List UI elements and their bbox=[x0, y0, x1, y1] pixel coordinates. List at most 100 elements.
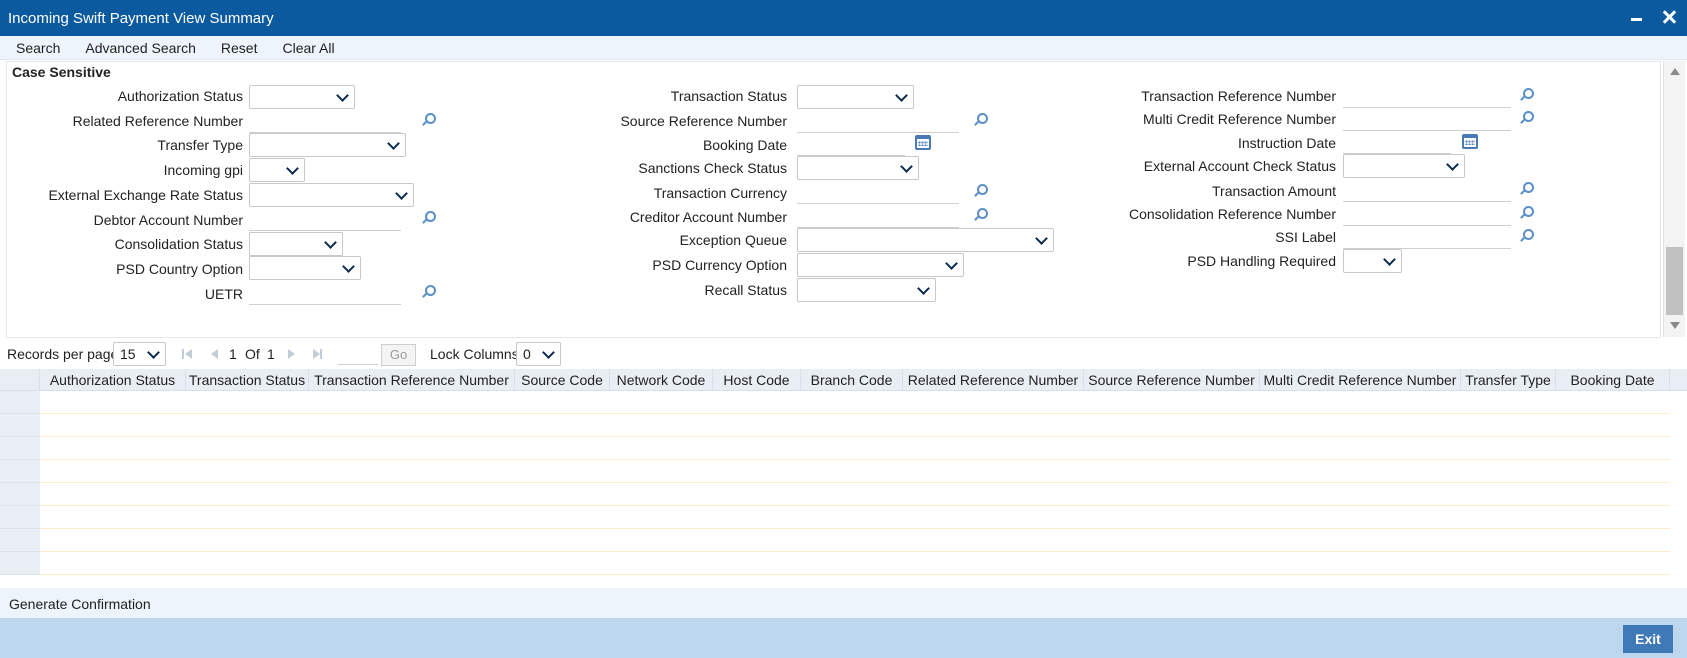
table-row[interactable] bbox=[0, 414, 1670, 437]
table-row[interactable] bbox=[0, 552, 1670, 575]
table-row[interactable] bbox=[0, 460, 1670, 483]
next-page-icon[interactable] bbox=[288, 349, 295, 359]
psd-handling-required-label: PSD Handling Required bbox=[1187, 253, 1336, 269]
transaction-currency-input[interactable] bbox=[797, 180, 959, 204]
first-page-icon-bar[interactable] bbox=[182, 349, 184, 359]
instruction-date-input[interactable] bbox=[1343, 130, 1451, 154]
sanctions-check-status-select[interactable] bbox=[797, 156, 919, 180]
row-selector[interactable] bbox=[0, 552, 40, 575]
table-row[interactable] bbox=[0, 437, 1670, 460]
creditor-account-number-input[interactable] bbox=[797, 204, 959, 228]
criteria-scrollbar[interactable] bbox=[1663, 61, 1685, 337]
related-reference-number-input[interactable] bbox=[249, 109, 401, 133]
table-row[interactable] bbox=[0, 529, 1670, 552]
multi-credit-reference-number-input[interactable] bbox=[1343, 107, 1511, 131]
ssi-label-input[interactable] bbox=[1343, 225, 1511, 249]
column-header[interactable]: Source Code bbox=[515, 369, 610, 391]
row-selector[interactable] bbox=[0, 529, 40, 552]
go-button[interactable]: Go bbox=[381, 344, 416, 366]
calendar-icon[interactable] bbox=[1462, 134, 1478, 149]
column-header[interactable]: Authorization Status bbox=[40, 369, 186, 391]
psd-currency-option-select[interactable] bbox=[797, 253, 964, 277]
column-header[interactable]: Source Reference Number bbox=[1084, 369, 1260, 391]
authorization-status-select[interactable] bbox=[249, 85, 355, 109]
transaction-reference-number-input[interactable] bbox=[1343, 84, 1511, 108]
transfer-type-select[interactable] bbox=[249, 133, 406, 157]
consolidation-reference-lookup-icon[interactable] bbox=[1519, 206, 1534, 220]
related-reference-lookup-icon[interactable] bbox=[421, 113, 436, 127]
creditor-account-lookup-icon[interactable] bbox=[973, 208, 988, 222]
row-selector-header[interactable] bbox=[0, 369, 40, 391]
scroll-down-icon[interactable] bbox=[1670, 322, 1680, 329]
clear-all-button[interactable]: Clear All bbox=[266, 40, 343, 56]
lock-columns-select[interactable]: 0 bbox=[516, 342, 561, 366]
incoming-gpi-select[interactable] bbox=[249, 158, 305, 182]
search-button[interactable]: Search bbox=[0, 40, 69, 56]
column-header[interactable]: Branch Code bbox=[801, 369, 903, 391]
records-per-page-select[interactable]: 15 bbox=[113, 342, 166, 366]
row-selector[interactable] bbox=[0, 460, 40, 483]
source-reference-lookup-icon[interactable] bbox=[973, 113, 988, 127]
uetr-label: UETR bbox=[204, 286, 243, 302]
row-selector[interactable] bbox=[0, 414, 40, 437]
booking-date-input[interactable] bbox=[797, 132, 905, 156]
uetr-lookup-icon[interactable] bbox=[421, 285, 436, 299]
column-header[interactable]: Related Reference Number bbox=[903, 369, 1084, 391]
last-page-icon[interactable] bbox=[313, 349, 320, 359]
creditor-account-number-label: Creditor Account Number bbox=[629, 209, 787, 225]
transaction-currency-lookup-icon[interactable] bbox=[973, 184, 988, 198]
column-header[interactable]: Booking Date bbox=[1556, 369, 1670, 391]
ssi-label-lookup-icon[interactable] bbox=[1519, 229, 1534, 243]
consolidation-status-select[interactable] bbox=[249, 232, 343, 256]
first-page-icon[interactable] bbox=[185, 349, 192, 359]
transaction-status-select[interactable] bbox=[797, 85, 914, 109]
table-row[interactable] bbox=[0, 506, 1670, 529]
psd-handling-required-select[interactable] bbox=[1343, 249, 1402, 273]
transaction-amount-input[interactable] bbox=[1343, 178, 1511, 202]
external-account-check-status-select[interactable] bbox=[1343, 154, 1465, 178]
page-number-input[interactable] bbox=[338, 347, 378, 365]
sanctions-check-status-label: Sanctions Check Status bbox=[638, 160, 787, 176]
calendar-icon[interactable] bbox=[915, 135, 931, 150]
close-icon[interactable] bbox=[1661, 8, 1677, 26]
external-exchange-rate-status-select[interactable] bbox=[249, 183, 414, 207]
scroll-up-icon[interactable] bbox=[1670, 68, 1680, 75]
column-header[interactable]: Transfer Type bbox=[1461, 369, 1556, 391]
column-header[interactable]: Transaction Reference Number bbox=[309, 369, 515, 391]
row-selector[interactable] bbox=[0, 483, 40, 506]
column-header[interactable]: Transaction Status bbox=[186, 369, 309, 391]
generate-confirmation-link[interactable]: Generate Confirmation bbox=[9, 596, 151, 612]
transaction-currency-label: Transaction Currency bbox=[653, 185, 787, 201]
previous-page-icon[interactable] bbox=[211, 349, 218, 359]
transaction-amount-lookup-icon[interactable] bbox=[1519, 182, 1534, 196]
row-selector[interactable] bbox=[0, 391, 40, 414]
source-reference-number-input[interactable] bbox=[797, 109, 959, 133]
psd-country-option-label: PSD Country Option bbox=[116, 261, 243, 277]
exit-button[interactable]: Exit bbox=[1623, 625, 1673, 653]
incoming-gpi-label: Incoming gpi bbox=[163, 162, 243, 178]
chevron-down-icon bbox=[895, 89, 908, 102]
table-row[interactable] bbox=[0, 483, 1670, 506]
uetr-input[interactable] bbox=[249, 281, 401, 305]
psd-country-option-select[interactable] bbox=[249, 256, 361, 280]
consolidation-reference-number-input[interactable] bbox=[1343, 202, 1511, 226]
recall-status-select[interactable] bbox=[797, 278, 936, 302]
advanced-search-button[interactable]: Advanced Search bbox=[69, 40, 205, 56]
row-selector[interactable] bbox=[0, 506, 40, 529]
reset-button[interactable]: Reset bbox=[205, 40, 267, 56]
debtor-account-lookup-icon[interactable] bbox=[421, 211, 436, 225]
table-row[interactable] bbox=[0, 391, 1670, 414]
column-header[interactable]: Multi Credit Reference Number bbox=[1260, 369, 1461, 391]
transaction-reference-lookup-icon[interactable] bbox=[1519, 88, 1534, 102]
multi-credit-reference-lookup-icon[interactable] bbox=[1519, 111, 1534, 125]
scroll-thumb[interactable] bbox=[1666, 247, 1683, 315]
debtor-account-number-input[interactable] bbox=[249, 207, 401, 231]
instruction-date-label: Instruction Date bbox=[1237, 135, 1336, 151]
column-header[interactable]: Host Code bbox=[713, 369, 801, 391]
last-page-icon-bar[interactable] bbox=[320, 349, 322, 359]
minimize-icon[interactable] bbox=[1629, 8, 1645, 26]
row-selector[interactable] bbox=[0, 437, 40, 460]
related-reference-number-label: Related Reference Number bbox=[72, 113, 243, 129]
exception-queue-select[interactable] bbox=[797, 228, 1054, 252]
column-header[interactable]: Network Code bbox=[610, 369, 713, 391]
